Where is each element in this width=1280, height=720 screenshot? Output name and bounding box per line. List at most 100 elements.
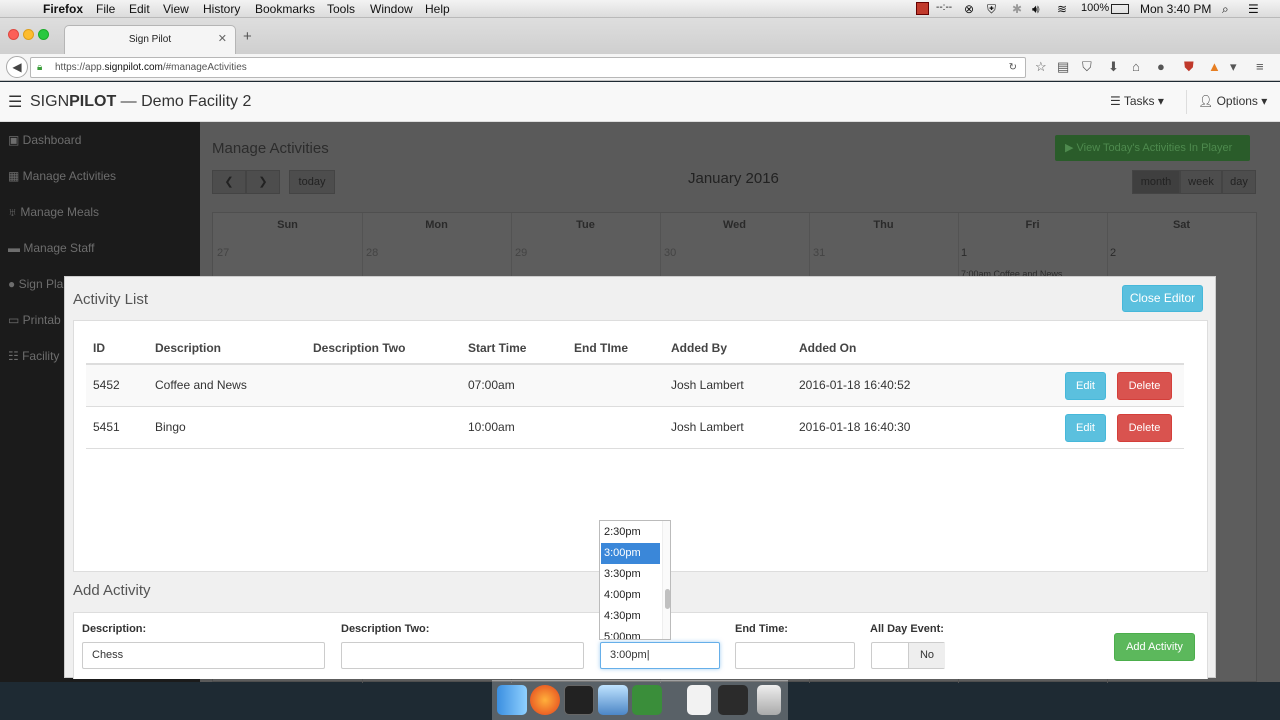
tasks-menu[interactable]: ☰ Tasks ▾ — [1110, 94, 1164, 108]
minimize-window-icon[interactable] — [23, 29, 34, 40]
sidebar-toggle-icon[interactable]: ☰ — [8, 92, 22, 112]
preview-icon[interactable] — [598, 685, 628, 715]
description-input[interactable]: Chess — [82, 642, 325, 669]
bluetooth-icon[interactable]: ✱ — [1012, 2, 1022, 16]
time-option[interactable]: 4:00pm — [601, 585, 660, 606]
time-option-selected[interactable]: 3:00pm — [601, 543, 660, 564]
firefox-icon[interactable] — [530, 685, 560, 715]
cell-id: 5451 — [93, 420, 120, 434]
sidebar-item-activities[interactable]: ▦ Manage Activities — [8, 169, 116, 183]
new-tab-icon[interactable]: + — [243, 28, 252, 45]
start-time-input[interactable]: 3:00pm| — [600, 642, 720, 669]
start-time-value: 3:00pm — [610, 649, 647, 661]
notification-center-icon[interactable]: ☰ — [1248, 2, 1259, 16]
finder-icon[interactable] — [497, 685, 527, 715]
clock[interactable]: Mon 3:40 PM — [1140, 2, 1211, 16]
close-window-icon[interactable] — [8, 29, 19, 40]
downloads-icon[interactable]: ⬇ — [1108, 59, 1119, 75]
day-view-button[interactable]: day — [1222, 170, 1256, 194]
end-time-label: End Time: — [735, 623, 788, 635]
sidebar-item-meals[interactable]: ♅ Manage Meals — [8, 205, 99, 219]
time-option[interactable]: 4:30pm — [601, 606, 660, 627]
reading-list-icon[interactable]: ▤ — [1057, 59, 1069, 75]
cell-description: Coffee and News — [155, 378, 247, 392]
menu-tools[interactable]: Tools — [327, 2, 355, 16]
add-activity-button[interactable]: Add Activity — [1114, 633, 1195, 661]
date-cell[interactable]: 28 — [366, 247, 378, 259]
date-cell[interactable]: 2 — [1110, 247, 1116, 259]
overflow-chevron-icon[interactable]: ▾ — [1230, 59, 1237, 75]
reload-icon[interactable]: ↻ — [1009, 58, 1017, 77]
time-option[interactable]: 3:30pm — [601, 564, 660, 585]
view-in-player-button[interactable]: ▶ View Today's Activities In Player — [1055, 135, 1250, 161]
delete-button[interactable]: Delete — [1117, 414, 1172, 442]
wifi-icon[interactable]: ≋ — [1057, 2, 1067, 16]
record-icon[interactable] — [916, 2, 929, 15]
date-cell[interactable]: 27 — [217, 247, 229, 259]
url-bar[interactable]: 🔒︎ https://app.signpilot.com/#manageActiv… — [30, 57, 1026, 78]
sidebar-item-dashboard[interactable]: ▣ Dashboard — [8, 133, 81, 147]
battery-icon[interactable] — [1111, 4, 1129, 14]
date-cell[interactable]: 31 — [813, 247, 825, 259]
brand[interactable]: SIGNPILOT — Demo Facility 2 — [30, 93, 251, 111]
week-view-button[interactable]: week — [1180, 170, 1222, 194]
sidebar-item-facility[interactable]: ☷ Facility — [8, 349, 59, 363]
hamburger-menu-icon[interactable]: ≡ — [1256, 59, 1264, 74]
sidebar-item-staff[interactable]: ▬ Manage Staff — [8, 241, 95, 255]
close-editor-button[interactable]: Close Editor — [1122, 285, 1203, 312]
document-icon[interactable] — [687, 685, 711, 715]
shield-icon[interactable]: ⛨ — [987, 2, 996, 17]
dock — [492, 680, 788, 720]
sidebar-item-printables[interactable]: ▭ Printab — [8, 313, 61, 327]
menu-view[interactable]: View — [163, 2, 189, 16]
trash-icon[interactable] — [757, 685, 781, 715]
chat-icon[interactable]: ● — [1157, 59, 1165, 74]
dropdown-scrollbar[interactable] — [662, 521, 670, 639]
sidebar-item-label: Manage Staff — [23, 241, 95, 255]
scrollbar-thumb[interactable] — [665, 589, 670, 609]
month-view-button[interactable]: month — [1132, 170, 1180, 194]
date-cell[interactable]: 30 — [664, 247, 676, 259]
modal-title: Activity List — [73, 291, 149, 308]
column-header-description-two: Description Two — [313, 341, 406, 355]
spotlight-icon[interactable]: ⌕ — [1222, 2, 1229, 17]
browser-navbar: ◀ 🔒︎ https://app.signpilot.com/#manageAct… — [0, 54, 1280, 81]
menu-window[interactable]: Window — [370, 2, 413, 16]
today-button[interactable]: today — [289, 170, 335, 194]
end-time-input[interactable] — [735, 642, 855, 669]
extension-icon[interactable]: ▲ — [1208, 59, 1221, 74]
menu-help[interactable]: Help — [425, 2, 450, 16]
terminal-icon[interactable] — [564, 685, 594, 715]
crossover-icon[interactable]: ⊗ — [964, 2, 974, 16]
options-menu[interactable]: 👤︎ Options ▾ — [1198, 94, 1267, 108]
date-cell[interactable]: 1 — [961, 247, 967, 259]
next-month-button[interactable]: ❯ — [246, 170, 280, 194]
time-option[interactable]: 5:00pm — [601, 627, 660, 639]
camtasia-icon[interactable] — [632, 685, 662, 715]
menu-bookmarks[interactable]: Bookmarks — [255, 2, 315, 16]
menu-app-name[interactable]: Firefox — [43, 2, 83, 16]
date-cell[interactable]: 29 — [515, 247, 527, 259]
description-two-input[interactable] — [341, 642, 584, 669]
edit-button[interactable]: Edit — [1065, 414, 1106, 442]
all-day-toggle[interactable]: No — [871, 642, 945, 669]
home-icon[interactable]: ⌂ — [1132, 59, 1140, 74]
time-option[interactable]: 2:30pm — [601, 522, 660, 543]
browser-tab[interactable]: Sign Pilot ✕ — [64, 25, 236, 54]
prev-month-button[interactable]: ❮ — [212, 170, 246, 194]
back-button[interactable]: ◀ — [6, 56, 28, 78]
menu-file[interactable]: File — [96, 2, 115, 16]
terminal-window-icon[interactable] — [718, 685, 748, 715]
bookmark-star-icon[interactable]: ☆ — [1035, 59, 1047, 75]
delete-button[interactable]: Delete — [1117, 372, 1172, 400]
ublock-icon[interactable]: ⛊ — [1184, 59, 1194, 75]
close-tab-icon[interactable]: ✕ — [218, 32, 227, 45]
start-time-dropdown[interactable]: 2:30pm 3:00pm 3:30pm 4:00pm 4:30pm 5:00p… — [599, 520, 671, 640]
volume-icon[interactable]: 🔊︎ — [1032, 2, 1040, 17]
sidebar-item-sign-players[interactable]: ● Sign Pla — [8, 277, 63, 291]
menu-history[interactable]: History — [203, 2, 240, 16]
zoom-window-icon[interactable] — [38, 29, 49, 40]
menu-edit[interactable]: Edit — [129, 2, 150, 16]
pocket-icon[interactable]: ⛉ — [1082, 59, 1092, 75]
edit-button[interactable]: Edit — [1065, 372, 1106, 400]
